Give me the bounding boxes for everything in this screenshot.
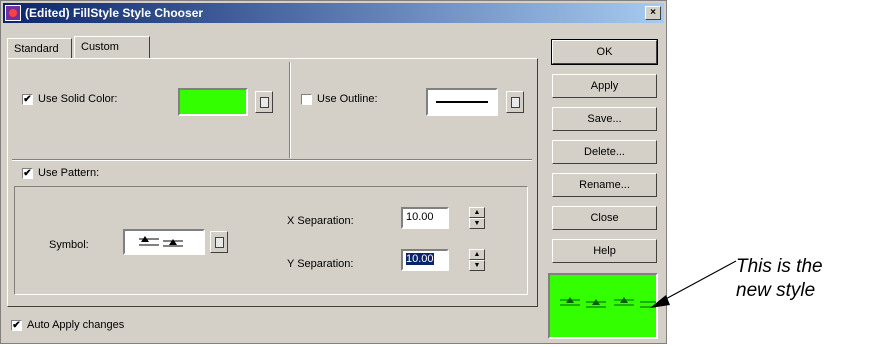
use-solid-color-checkbox[interactable]: ✔ bbox=[22, 94, 33, 105]
symbol-swatch[interactable] bbox=[123, 229, 205, 255]
close-button[interactable]: Close bbox=[552, 206, 657, 230]
vertical-divider bbox=[289, 62, 291, 158]
x-separation-up-icon[interactable]: ▲ bbox=[469, 207, 485, 218]
x-separation-input[interactable]: 10.00 bbox=[401, 207, 449, 229]
auto-apply-checkbox[interactable]: ✔ bbox=[11, 320, 22, 331]
y-separation-input[interactable]: 10.00 bbox=[401, 249, 449, 271]
delete-button[interactable]: Delete... bbox=[552, 140, 657, 164]
use-pattern-checkbox[interactable]: ✔ bbox=[22, 168, 33, 179]
y-separation-spinner[interactable]: ▲ ▼ bbox=[469, 249, 485, 271]
custom-tab-panel: ✔ Use Solid Color: Use Outline: ✔ Use Pa… bbox=[7, 58, 538, 307]
y-separation-up-icon[interactable]: ▲ bbox=[469, 249, 485, 260]
x-separation-spinner[interactable]: ▲ ▼ bbox=[469, 207, 485, 229]
solid-color-swatch[interactable] bbox=[178, 88, 248, 116]
callout-line-2: new style bbox=[736, 280, 816, 301]
title-bar[interactable]: (Edited) FillStyle Style Chooser × bbox=[3, 3, 664, 23]
use-solid-color-label: Use Solid Color: bbox=[38, 93, 118, 105]
callout-line-1: This is the bbox=[736, 256, 823, 277]
ok-button[interactable]: OK bbox=[551, 39, 658, 65]
app-icon bbox=[5, 5, 21, 21]
x-separation-value: 10.00 bbox=[406, 211, 434, 223]
use-outline-label: Use Outline: bbox=[317, 93, 378, 105]
y-separation-value: 10.00 bbox=[406, 253, 434, 265]
save-button[interactable]: Save... bbox=[552, 107, 657, 131]
apply-button[interactable]: Apply bbox=[552, 74, 657, 98]
close-window-button[interactable]: × bbox=[645, 6, 661, 20]
pattern-group: Symbol: X Separation: 10.00 ▲ ▼ Y Separa… bbox=[14, 186, 528, 295]
y-separation-down-icon[interactable]: ▼ bbox=[469, 260, 485, 271]
outline-picker-button[interactable] bbox=[506, 91, 524, 113]
x-separation-label: X Separation: bbox=[287, 215, 354, 227]
x-separation-down-icon[interactable]: ▼ bbox=[469, 218, 485, 229]
fillstyle-chooser-dialog: (Edited) FillStyle Style Chooser × Stand… bbox=[0, 0, 667, 344]
use-pattern-label: Use Pattern: bbox=[38, 167, 100, 179]
pattern-symbol-icon bbox=[139, 236, 183, 247]
horizontal-divider bbox=[12, 159, 532, 161]
outline-line bbox=[436, 101, 488, 103]
symbol-label: Symbol: bbox=[49, 239, 89, 251]
window-title: (Edited) FillStyle Style Chooser bbox=[25, 6, 204, 20]
rename-button[interactable]: Rename... bbox=[552, 173, 657, 197]
solid-color-picker-button[interactable] bbox=[255, 91, 273, 113]
outline-style-swatch[interactable] bbox=[426, 88, 498, 116]
callout-arrow bbox=[650, 260, 737, 308]
tab-standard[interactable]: Standard bbox=[7, 38, 72, 58]
tab-custom[interactable]: Custom bbox=[74, 36, 150, 58]
use-outline-checkbox[interactable] bbox=[301, 94, 312, 105]
auto-apply-label: Auto Apply changes bbox=[27, 319, 125, 331]
symbol-picker-button[interactable] bbox=[210, 231, 228, 253]
solid-color-fill bbox=[180, 90, 246, 114]
y-separation-label: Y Separation: bbox=[287, 258, 354, 270]
